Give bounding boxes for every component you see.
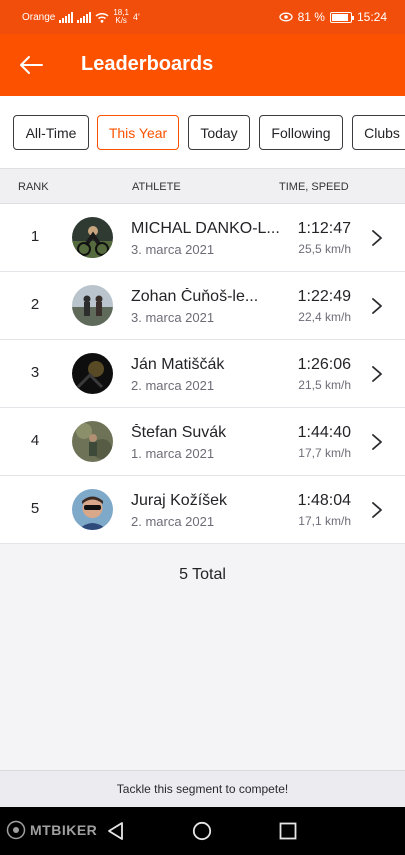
app-bar: Leaderboards [0,34,405,96]
avatar [72,285,113,326]
elapsed-time: 1:12:47 [297,220,351,237]
leaderboard-list: 1 MICHAL DANKO-L... 3. marca 2021 1:12:4… [0,204,405,544]
page-title: Leaderboards [81,53,214,75]
back-button[interactable] [10,46,52,84]
avatar [72,217,113,258]
table-header: RANK ATHLETE TIME, SPEED [0,168,405,204]
athlete-name: Juraj Kožíšek [131,492,228,509]
compete-banner[interactable]: Tackle this segment to compete! [0,770,405,807]
watermark-logo-icon [6,820,26,840]
eye-icon [278,12,293,22]
avatar [72,421,113,462]
rank-number: 5 [30,500,40,517]
elapsed-time: 1:22:49 [297,288,351,305]
avatar [72,353,113,394]
activity-date: 2. marca 2021 [131,378,215,393]
chevron-right-icon [372,298,382,314]
average-speed: 17,7 km/h [298,446,351,460]
nav-back-icon[interactable] [106,821,126,841]
athlete-name: Zohan Čuňoš-le... [131,288,259,305]
signal-icon-2 [77,11,92,23]
filter-today[interactable]: Today [188,115,250,150]
rank-number: 4 [30,432,40,449]
filter-bar: All-Time This Year Today Following Clubs [0,96,405,168]
chevron-right-icon [372,366,382,382]
watermark: MTBIKER [6,820,97,840]
chevron-right-icon [372,230,382,246]
filter-all-time[interactable]: All-Time [13,115,89,150]
wifi-icon [95,12,109,23]
arrow-left-icon [20,56,43,74]
activity-date: 3. marca 2021 [131,310,215,325]
network-speed: 18,1 K/s [113,8,129,25]
nav-home-icon[interactable] [192,821,212,841]
column-athlete: ATHLETE [132,181,181,193]
filter-this-year[interactable]: This Year [97,115,179,150]
average-speed: 17,1 km/h [298,514,351,528]
status-bar: Orange 18,1 K/s 4' 81 % 15:24 [0,0,405,34]
chevron-right-icon [372,502,382,518]
average-speed: 25,5 km/h [298,242,351,256]
table-row[interactable]: 2 Zohan Čuňoš-le... 3. marca 2021 1:22:4… [0,272,405,340]
athlete-name: MICHAL DANKO-L... [131,220,280,237]
chevron-right-icon [372,434,382,450]
rank-number: 3 [30,364,40,381]
avatar [72,489,113,530]
column-rank: RANK [18,181,49,193]
column-time-speed: TIME, SPEED [279,181,349,193]
filter-following[interactable]: Following [259,115,343,150]
activity-date: 3. marca 2021 [131,242,215,257]
rank-number: 2 [30,296,40,313]
athlete-name: Štefan Suvák [131,424,227,441]
table-row[interactable]: 3 Ján Matiščák 2. marca 2021 1:26:06 21,… [0,340,405,408]
table-row[interactable]: 5 Juraj Kožíšek 2. marca 2021 1:48:04 17… [0,476,405,544]
table-row[interactable]: 4 Štefan Suvák 1. marca 2021 1:44:40 17,… [0,408,405,476]
elapsed-time: 1:26:06 [297,356,351,373]
nav-recent-apps-icon[interactable] [279,822,297,840]
activity-date: 2. marca 2021 [131,514,215,529]
average-speed: 22,4 km/h [298,310,351,324]
carrier-name: Orange [22,11,56,23]
clock: 15:24 [356,10,387,24]
elapsed-time: 1:48:04 [297,492,351,509]
elapsed-time: 1:44:40 [297,424,351,441]
battery-percent: 81 % [297,10,325,24]
battery-icon [329,11,354,23]
total-count: 5 Total [179,566,226,583]
table-row[interactable]: 1 MICHAL DANKO-L... 3. marca 2021 1:12:4… [0,204,405,272]
average-speed: 21,5 km/h [298,378,351,392]
filter-clubs[interactable]: Clubs [352,115,405,150]
system-nav-bar: MTBIKER [0,807,405,855]
athlete-name: Ján Matiščák [131,356,225,373]
signal-icon [59,11,74,23]
activity-date: 1. marca 2021 [131,446,215,461]
status-extra: 4' [132,12,140,22]
rank-number: 1 [30,228,40,245]
